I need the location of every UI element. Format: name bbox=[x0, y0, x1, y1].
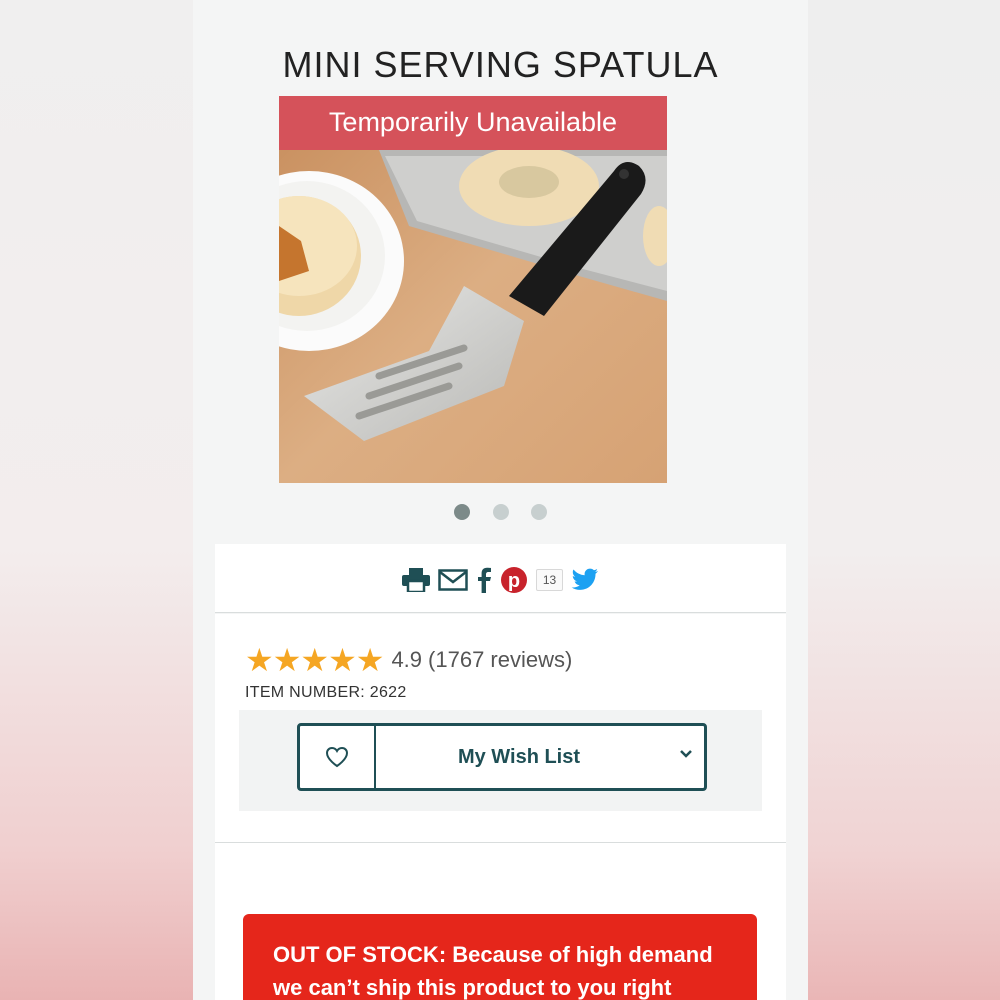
pinterest-count: 13 bbox=[535, 569, 564, 591]
wish-list-panel: My Wish List bbox=[239, 710, 762, 811]
background-blur-right bbox=[808, 0, 1000, 1000]
product-image[interactable]: Temporarily Unavailable bbox=[279, 96, 667, 483]
background-blur-left bbox=[0, 0, 193, 1000]
product-page: MINI SERVING SPATULA Temporarily Unavail… bbox=[193, 0, 808, 1000]
heart-icon[interactable] bbox=[300, 726, 376, 788]
printer-icon[interactable] bbox=[401, 568, 430, 592]
email-icon[interactable] bbox=[438, 569, 468, 591]
out-of-stock-alert: OUT OF STOCK: Because of high demand we … bbox=[243, 914, 757, 1000]
twitter-icon[interactable] bbox=[571, 568, 599, 592]
chevron-down-icon[interactable] bbox=[678, 746, 694, 767]
carousel-dot-1[interactable] bbox=[454, 504, 471, 520]
carousel-dot-2[interactable] bbox=[492, 504, 509, 520]
page-title: MINI SERVING SPATULA bbox=[282, 44, 719, 86]
product-info: ★★★★★ 4.9 (1767 reviews) ITEM NUMBER: 26… bbox=[215, 614, 786, 842]
rating-score: 4.9 bbox=[391, 647, 423, 672]
carousel-dots bbox=[193, 504, 808, 525]
wish-list-label[interactable]: My Wish List bbox=[374, 726, 664, 788]
review-count[interactable]: (1767 reviews) bbox=[428, 647, 572, 673]
share-bar: p 13 bbox=[215, 544, 786, 613]
out-of-stock-label: OUT OF STOCK: bbox=[273, 942, 447, 967]
carousel-dot-3[interactable] bbox=[530, 504, 547, 520]
svg-text:p: p bbox=[508, 570, 520, 592]
item-number: ITEM NUMBER: 2622 bbox=[245, 684, 407, 701]
pinterest-icon[interactable]: p bbox=[500, 566, 528, 594]
rating-stars: ★★★★★ bbox=[245, 642, 384, 678]
wish-list-dropdown[interactable]: My Wish List bbox=[297, 723, 707, 791]
spatula-photo bbox=[279, 96, 667, 483]
facebook-icon[interactable] bbox=[476, 567, 492, 593]
rating-row[interactable]: ★★★★★ 4.9 (1767 reviews) bbox=[245, 644, 572, 676]
unavailable-banner: Temporarily Unavailable bbox=[279, 96, 667, 150]
